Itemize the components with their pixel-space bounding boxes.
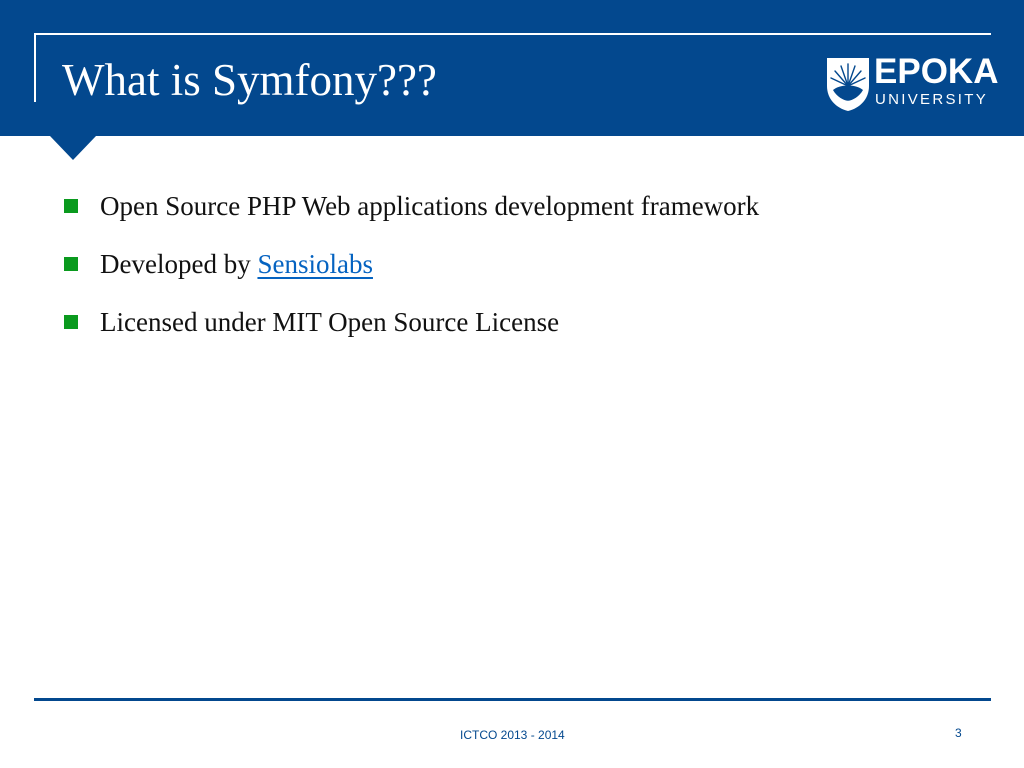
slide-title: What is Symfony??? <box>62 55 437 105</box>
sensiolabs-link[interactable]: Sensiolabs <box>257 249 373 279</box>
list-item: Open Source PHP Web applications develop… <box>62 180 962 238</box>
bullet-text: Licensed under MIT Open Source License <box>100 307 560 337</box>
footer-divider <box>34 698 991 701</box>
page-number: 3 <box>955 726 962 740</box>
header-pointer-triangle <box>50 136 96 160</box>
bullet-text: Developed by Sensiolabs <box>100 244 373 284</box>
bullet-list: Open Source PHP Web applications develop… <box>62 180 962 354</box>
logo-name-main: EPOKA <box>874 52 999 91</box>
list-item: Developed by Sensiolabs <box>62 238 962 296</box>
list-item: Licensed under MIT Open Source License <box>62 296 962 354</box>
epoka-university-logo: EPOKA UNIVERSITY <box>826 52 998 112</box>
header-frame-top-line <box>34 33 991 35</box>
footer-text: ICTCO 2013 - 2014 <box>460 728 565 742</box>
bullet-square-icon <box>64 257 78 271</box>
sunburst-shield-icon <box>827 58 869 111</box>
bullet-text-prefix: Developed by <box>100 249 258 279</box>
slide: What is Symfony??? EPOKA UNIVERSITY Open… <box>0 0 1024 768</box>
bullet-square-icon <box>64 315 78 329</box>
bullet-text: Open Source PHP Web applications develop… <box>100 191 760 221</box>
header-frame-left-line <box>34 33 36 102</box>
bullet-square-icon <box>64 199 78 213</box>
logo-name-sub: UNIVERSITY <box>875 91 989 108</box>
